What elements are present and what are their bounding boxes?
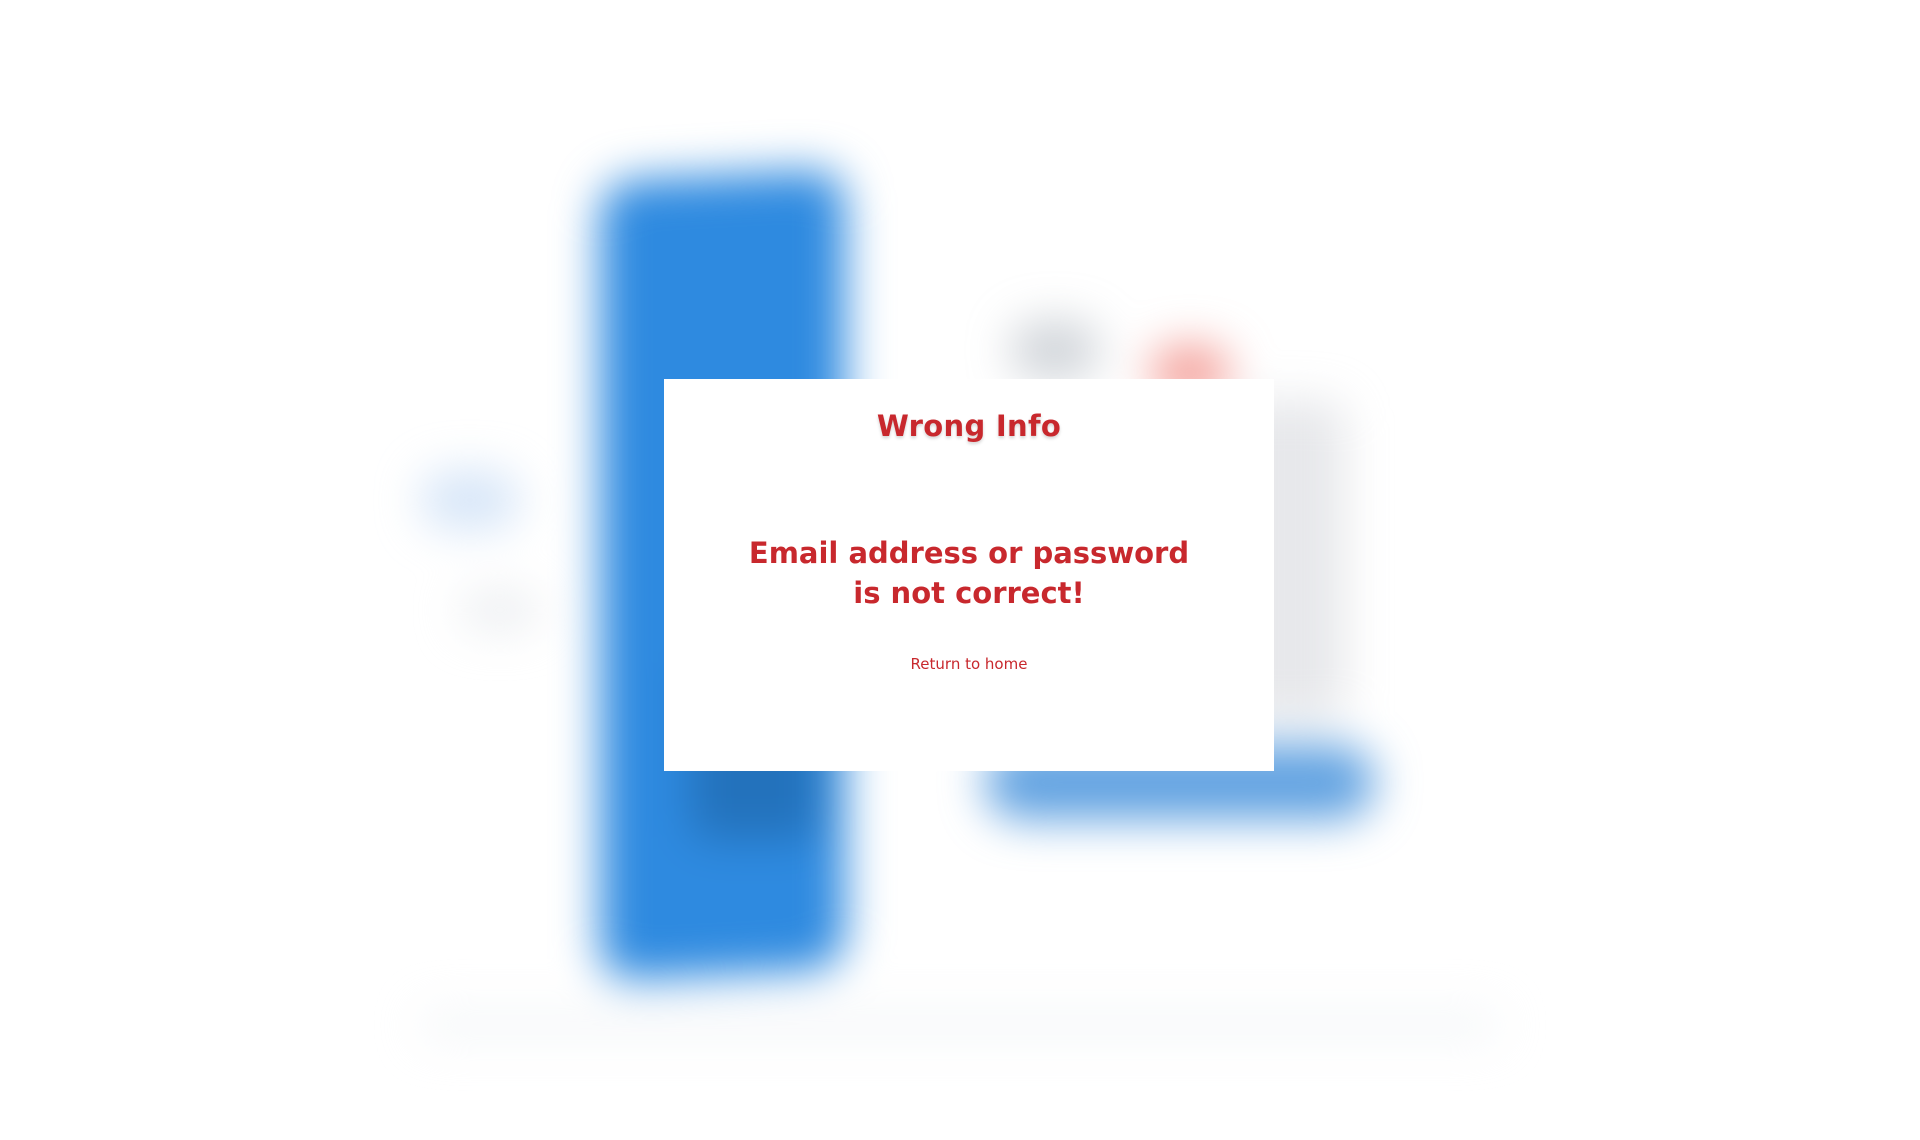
background-grey-shape — [1010, 320, 1100, 380]
error-message-line-2: is not correct! — [853, 576, 1085, 610]
return-to-home-link[interactable]: Return to home — [911, 655, 1028, 673]
return-link-container: Return to home — [664, 655, 1274, 673]
error-dialog: Wrong Info Email address or password is … — [664, 379, 1274, 771]
error-message: Email address or password is not correct… — [664, 533, 1274, 613]
background-floor-shadow — [420, 1010, 1500, 1040]
background-light-blue-blob — [420, 470, 520, 530]
dialog-title: Wrong Info — [876, 409, 1062, 443]
background-light-grey-blob — [460, 590, 540, 630]
error-message-line-1: Email address or password — [748, 536, 1190, 570]
page-root: Wrong Info Email address or password is … — [0, 0, 1920, 1140]
